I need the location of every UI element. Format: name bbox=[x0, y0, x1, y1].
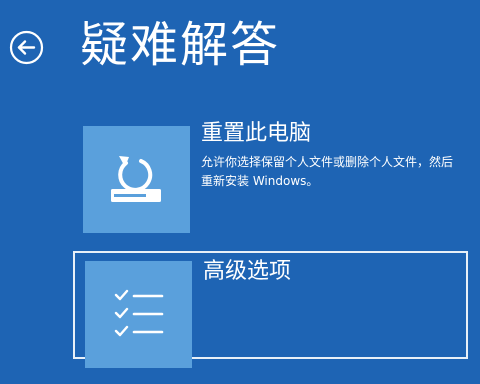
back-button[interactable] bbox=[9, 30, 44, 65]
advanced-options-tile bbox=[85, 261, 192, 368]
reset-pc-icon bbox=[111, 156, 161, 202]
troubleshoot-screen: 疑难解答 重置此电脑 允许你选择保留个人文件或删除个人文件，然后重新安装 Win… bbox=[0, 0, 480, 384]
checklist-icon bbox=[114, 289, 164, 337]
reset-pc-option[interactable]: 重置此电脑 允许你选择保留个人文件或删除个人文件，然后重新安装 Windows。 bbox=[73, 116, 468, 234]
reset-pc-title: 重置此电脑 bbox=[201, 121, 312, 146]
advanced-options-title: 高级选项 bbox=[203, 259, 292, 284]
reset-pc-description: 允许你选择保留个人文件或删除个人文件，然后重新安装 Windows。 bbox=[201, 155, 454, 188]
arrow-left-circle-icon bbox=[9, 30, 44, 65]
page-title: 疑难解答 bbox=[80, 17, 281, 73]
reset-pc-tile bbox=[83, 126, 190, 233]
advanced-options-option[interactable]: 高级选项 bbox=[73, 251, 468, 368]
